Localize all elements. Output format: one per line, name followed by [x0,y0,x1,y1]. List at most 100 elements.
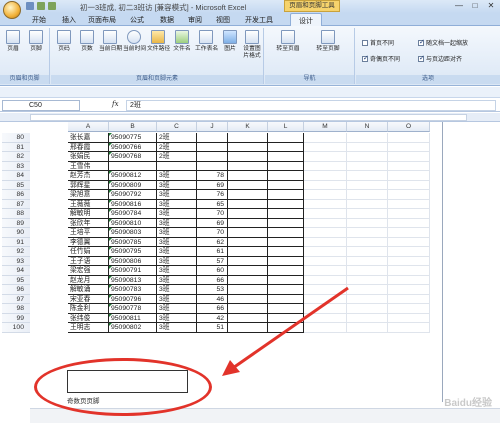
cell-score[interactable]: 62 [197,237,228,247]
cell-student-id[interactable]: 95090803 [109,228,157,238]
cell-student-id[interactable]: 95090802 [109,323,157,333]
cell-class[interactable]: 3班 [157,256,197,266]
cell-empty[interactable] [304,275,347,285]
cell-name[interactable]: 梁宏强 [68,266,109,276]
sheet-name-button[interactable]: 工作表名 [195,30,218,53]
cell-empty[interactable] [304,161,347,171]
tab-design[interactable]: 设计 [290,13,322,26]
cell-empty[interactable] [304,152,347,162]
undo-icon[interactable] [37,2,45,10]
formula-input[interactable]: 2班 [126,100,496,111]
page-number-button[interactable]: 页码 [53,30,75,53]
cell-score[interactable]: 76 [197,190,228,200]
cell-score[interactable]: 61 [197,247,228,257]
cell-empty[interactable] [388,161,430,171]
redo-icon[interactable] [48,2,56,10]
cell-score[interactable]: 60 [197,266,228,276]
cell-empty[interactable] [268,209,304,219]
goto-header-button[interactable]: 转至页眉 [271,30,305,53]
cell-empty[interactable] [228,228,268,238]
cell-name[interactable]: 王薇薇 [68,199,109,209]
cell-class[interactable]: 3班 [157,218,197,228]
tab-developer[interactable]: 开发工具 [245,15,273,25]
cell-empty[interactable] [228,275,268,285]
cell-empty[interactable] [388,190,430,200]
cell-empty[interactable] [347,161,388,171]
cell-empty[interactable] [304,133,347,143]
cell-empty[interactable] [388,237,430,247]
cell-class[interactable]: 3班 [157,304,197,314]
cell-empty[interactable] [388,218,430,228]
cell-empty[interactable] [268,323,304,333]
cell-empty[interactable] [228,256,268,266]
cell-empty[interactable] [268,199,304,209]
cell-empty[interactable] [304,209,347,219]
cell-empty[interactable] [304,256,347,266]
file-name-button[interactable]: 文件名 [171,30,193,53]
column-header-a[interactable]: A [68,122,109,132]
cell-empty[interactable] [388,152,430,162]
cell-class[interactable]: 3班 [157,285,197,295]
cell-student-id[interactable]: 95090816 [109,199,157,209]
cell-student-id[interactable]: 95090810 [109,218,157,228]
cell-class[interactable]: 3班 [157,313,197,323]
cell-empty[interactable] [347,323,388,333]
cell-student-id[interactable]: 95090768 [109,152,157,162]
file-path-button[interactable]: 文件路径 [147,30,170,53]
cell-empty[interactable] [228,266,268,276]
cell-empty[interactable] [228,199,268,209]
cell-class[interactable]: 3班 [157,199,197,209]
cell-empty[interactable] [268,294,304,304]
cell-class[interactable] [157,161,197,171]
cell-class[interactable]: 3班 [157,190,197,200]
cell-empty[interactable] [304,199,347,209]
tab-insert[interactable]: 插入 [62,15,76,25]
cell-empty[interactable] [388,171,430,181]
cell-empty[interactable] [268,285,304,295]
tab-home[interactable]: 开始 [32,15,46,25]
cell-empty[interactable] [228,190,268,200]
cell-empty[interactable] [268,247,304,257]
cell-empty[interactable] [268,266,304,276]
cell-empty[interactable] [304,247,347,257]
fx-icon[interactable]: fx [112,100,119,108]
goto-footer-button[interactable]: 转至页脚 [311,30,345,53]
cell-score[interactable]: 70 [197,228,228,238]
cell-empty[interactable] [347,247,388,257]
cell-empty[interactable] [388,323,430,333]
cell-score[interactable] [197,152,228,162]
cell-empty[interactable] [304,218,347,228]
cell-empty[interactable] [304,323,347,333]
cell-empty[interactable] [347,209,388,219]
tab-data[interactable]: 数据 [160,15,174,25]
cell-name[interactable]: 解敏诵 [68,285,109,295]
tab-review[interactable]: 审阅 [188,15,202,25]
cell-empty[interactable] [347,285,388,295]
cell-student-id[interactable]: 95090795 [109,247,157,257]
cell-empty[interactable] [304,304,347,314]
cell-student-id[interactable]: 95090813 [109,275,157,285]
cell-empty[interactable] [228,180,268,190]
cell-score[interactable]: 46 [197,294,228,304]
cell-student-id[interactable]: 95090812 [109,171,157,181]
cell-empty[interactable] [228,304,268,314]
cell-empty[interactable] [388,285,430,295]
cell-class[interactable]: 3班 [157,237,197,247]
cell-class[interactable]: 3班 [157,323,197,333]
cell-empty[interactable] [388,228,430,238]
column-header-l[interactable]: L [268,122,304,132]
cell-score[interactable] [197,142,228,152]
office-button[interactable] [3,1,21,19]
cell-empty[interactable] [268,133,304,143]
cell-empty[interactable] [388,275,430,285]
cell-score[interactable]: 42 [197,313,228,323]
cell-empty[interactable] [347,199,388,209]
cell-empty[interactable] [304,294,347,304]
cell-empty[interactable] [268,152,304,162]
cell-empty[interactable] [304,190,347,200]
cell-student-id[interactable]: 95090791 [109,266,157,276]
cell-empty[interactable] [347,275,388,285]
cell-empty[interactable] [304,285,347,295]
cell-empty[interactable] [268,313,304,323]
cell-name[interactable]: 王明志 [68,323,109,333]
